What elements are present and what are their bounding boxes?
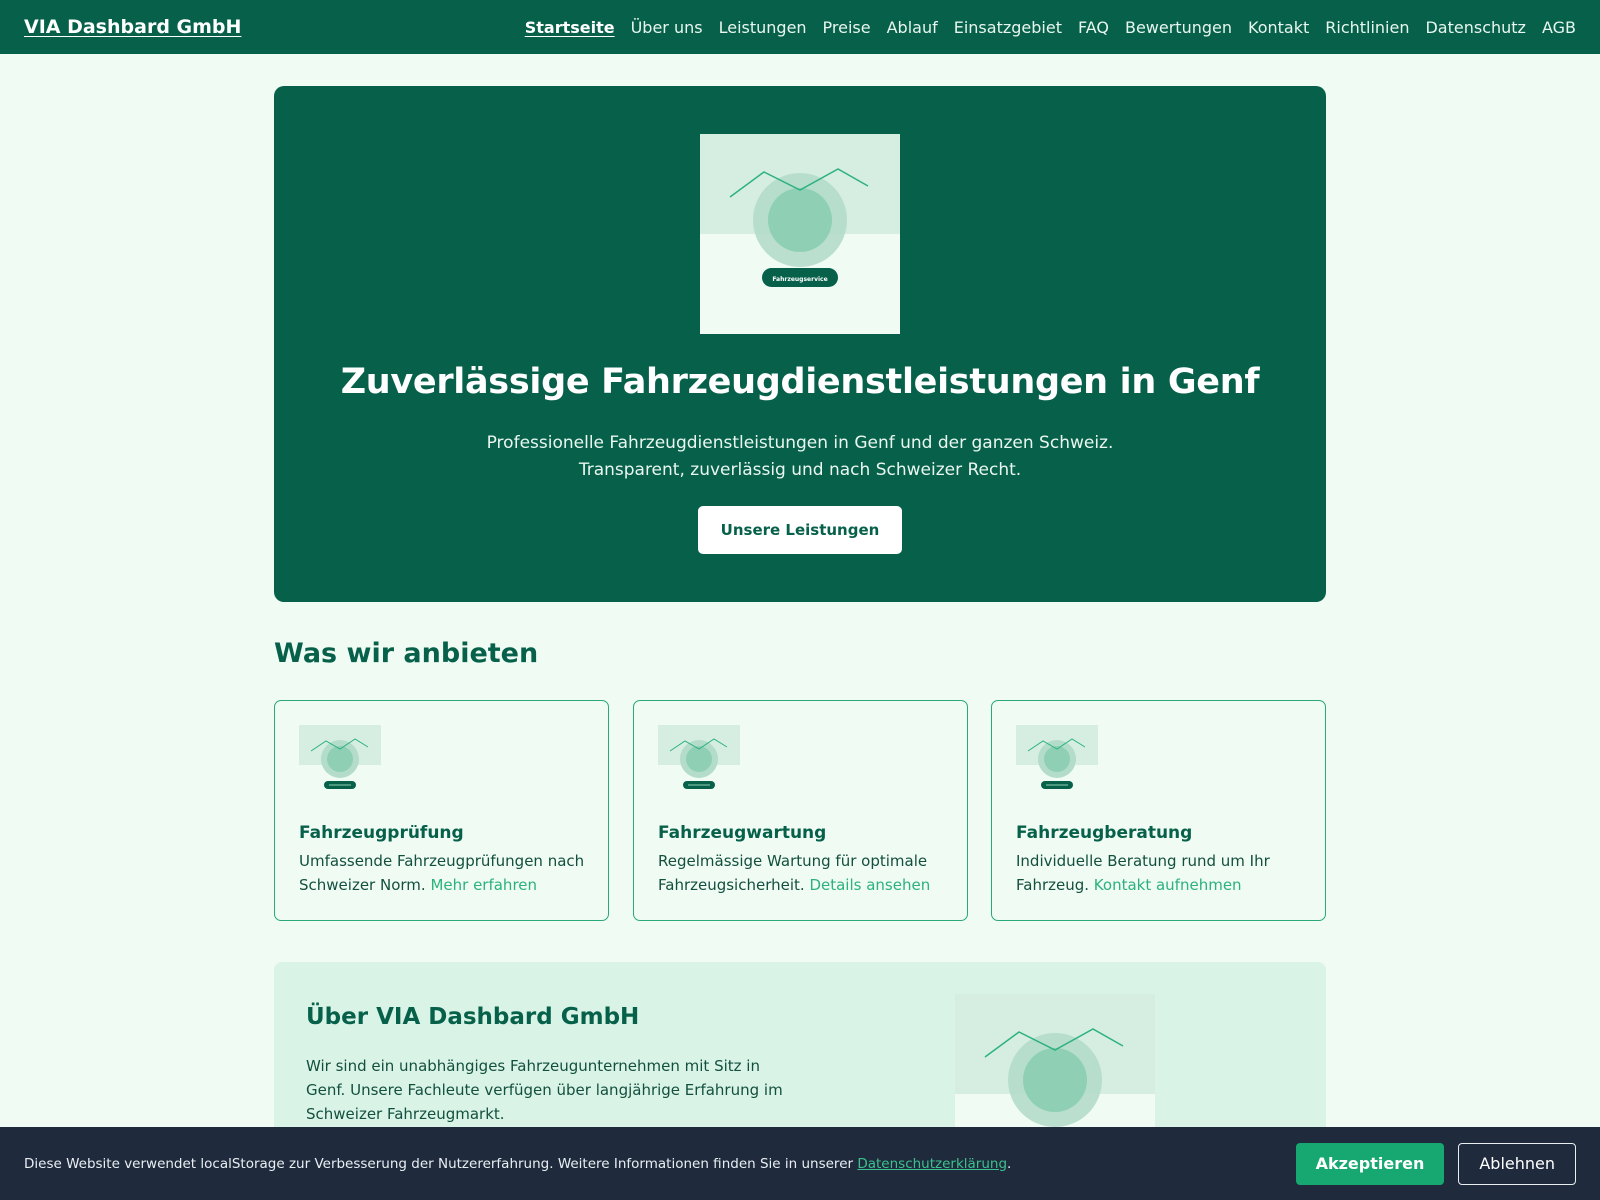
- cookie-actions: Akzeptieren Ablehnen: [1295, 1142, 1576, 1185]
- top-navbar: VIA Dashbard GmbH Startseite Über uns Le…: [0, 0, 1600, 54]
- service-card-description: Regelmässige Wartung für optimale Fahrze…: [658, 849, 947, 897]
- nav-item-faq[interactable]: FAQ: [1078, 18, 1109, 37]
- nav-item-kontakt[interactable]: Kontakt: [1248, 18, 1309, 37]
- main-nav: Startseite Über uns Leistungen Preise Ab…: [509, 18, 1576, 37]
- privacy-policy-link[interactable]: Datenschutzerklärung: [857, 1156, 1007, 1172]
- nav-item-agb[interactable]: AGB: [1542, 18, 1576, 37]
- nav-item-bewertungen[interactable]: Bewertungen: [1125, 18, 1232, 37]
- nav-item-einsatzgebiet[interactable]: Einsatzgebiet: [954, 18, 1062, 37]
- hero-image-badge: Fahrzeugservice: [772, 276, 827, 283]
- services-section-title: Was wir anbieten: [274, 638, 539, 669]
- service-card-description: Umfassende Fahrzeugprüfungen nach Schwei…: [299, 849, 588, 897]
- hero-illustration: Fahrzeugservice: [700, 134, 900, 334]
- services-cta-button[interactable]: Unsere Leistungen: [698, 506, 902, 554]
- hero-subtitle-line1: Professionelle Fahrzeugdienstleistungen …: [486, 433, 1114, 453]
- service-card-title: Fahrzeugwartung: [658, 823, 827, 843]
- about-text: Wir sind ein unabhängiges Fahrzeuguntern…: [306, 1057, 783, 1123]
- nav-item-richtlinien[interactable]: Richtlinien: [1325, 18, 1409, 37]
- mehr-erfahren-link[interactable]: Mehr erfahren: [430, 876, 537, 894]
- hero-title: Zuverlässige Fahrzeugdienstleistungen in…: [340, 362, 1260, 402]
- accept-cookies-button[interactable]: Akzeptieren: [1295, 1142, 1445, 1185]
- cookie-consent-bar: Diese Website verwendet localStorage zur…: [0, 1127, 1600, 1200]
- service-card-description: Individuelle Beratung rund um Ihr Fahrze…: [1016, 849, 1305, 897]
- cookie-message: Diese Website verwendet localStorage zur…: [24, 1155, 854, 1172]
- service-card-pruefung: Fahrzeugprüfung Umfassende Fahrzeugprüfu…: [274, 700, 609, 921]
- vehicle-maintenance-icon: [658, 725, 740, 789]
- nav-item-preise[interactable]: Preise: [823, 18, 871, 37]
- vehicle-consulting-icon: [1016, 725, 1098, 789]
- nav-item-ueber-uns[interactable]: Über uns: [631, 18, 703, 37]
- details-ansehen-link[interactable]: Details ansehen: [809, 876, 930, 894]
- service-card-beratung: Fahrzeugberatung Individuelle Beratung r…: [991, 700, 1326, 921]
- vehicle-service-illustration-icon: Fahrzeugservice: [700, 134, 900, 287]
- service-card-wartung: Fahrzeugwartung Regelmässige Wartung für…: [633, 700, 968, 921]
- cookie-notice-text: Diese Website verwendet localStorage zur…: [24, 1156, 1011, 1172]
- vehicle-inspection-icon: [299, 725, 381, 789]
- brand-logo-link[interactable]: VIA Dashbard GmbH: [24, 16, 241, 38]
- hero-subtitle-line2: Transparent, zuverlässig und nach Schwei…: [578, 460, 1022, 480]
- service-card-title: Fahrzeugberatung: [1016, 823, 1193, 843]
- decline-cookies-button[interactable]: Ablehnen: [1458, 1142, 1576, 1185]
- hero-subtitle: Professionelle Fahrzeugdienstleistungen …: [274, 430, 1326, 484]
- cookie-period: .: [1007, 1155, 1012, 1172]
- about-title: Über VIA Dashbard GmbH: [306, 1004, 640, 1030]
- nav-item-startseite[interactable]: Startseite: [525, 18, 615, 37]
- nav-item-datenschutz[interactable]: Datenschutz: [1425, 18, 1525, 37]
- service-card-title: Fahrzeugprüfung: [299, 823, 464, 843]
- nav-item-leistungen[interactable]: Leistungen: [719, 18, 807, 37]
- hero-section: Fahrzeugservice Zuverlässige Fahrzeugdie…: [274, 86, 1326, 602]
- nav-item-ablauf[interactable]: Ablauf: [887, 18, 938, 37]
- kontakt-aufnehmen-link[interactable]: Kontakt aufnehmen: [1094, 876, 1242, 894]
